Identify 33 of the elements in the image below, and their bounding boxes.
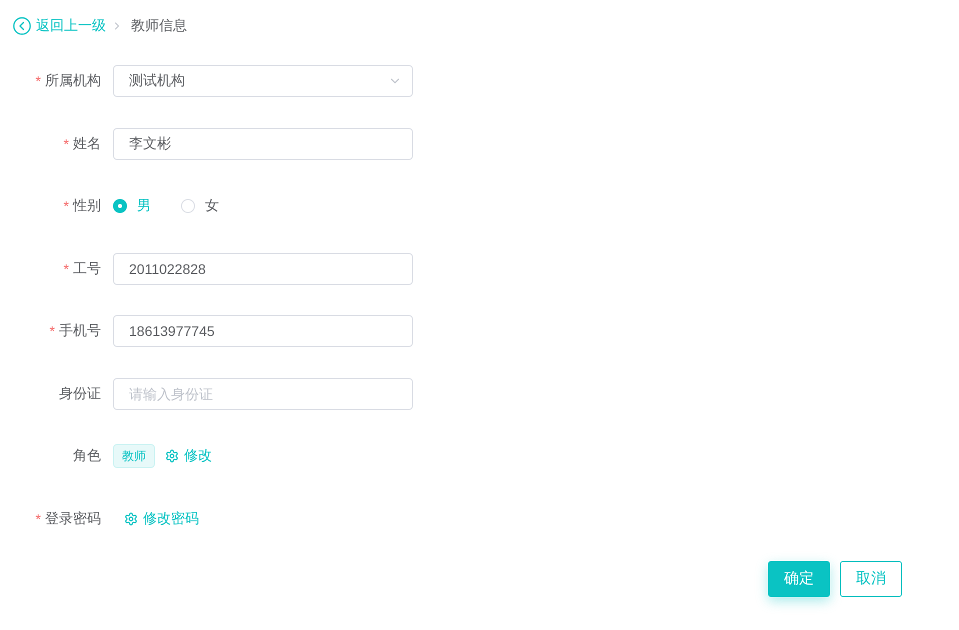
edit-link[interactable]: 修改 bbox=[165, 447, 212, 465]
field-label: 性别 bbox=[73, 197, 101, 215]
required-mark: * bbox=[64, 198, 69, 214]
field-label: 工号 bbox=[73, 260, 101, 278]
confirm-button[interactable]: 确定 bbox=[768, 560, 830, 596]
settings-icon bbox=[165, 449, 179, 463]
required-mark: * bbox=[36, 510, 41, 526]
required-mark: * bbox=[64, 136, 69, 152]
cancel-button[interactable]: 取消 bbox=[840, 560, 902, 596]
role-tag: 教师 bbox=[113, 444, 155, 468]
back-link[interactable]: 返回上一级 bbox=[13, 17, 106, 35]
change-password-link[interactable]: 修改密码 bbox=[124, 510, 199, 528]
radio-label[interactable]: 男 bbox=[137, 197, 151, 215]
required-mark: * bbox=[36, 73, 41, 89]
select-field[interactable]: 测试机构 bbox=[113, 65, 413, 97]
radio-button[interactable] bbox=[113, 199, 127, 213]
field-label: 角色 bbox=[73, 447, 101, 465]
field-label: 手机号 bbox=[59, 322, 101, 340]
back-icon bbox=[13, 17, 31, 35]
field-label: 身份证 bbox=[59, 384, 101, 402]
breadcrumb-current: 教师信息 bbox=[131, 17, 187, 35]
field-label: 所属机构 bbox=[45, 72, 101, 90]
input-field[interactable]: 18613977745 bbox=[113, 315, 413, 347]
required-mark: * bbox=[50, 323, 55, 339]
required-mark: * bbox=[64, 260, 69, 276]
input-field[interactable]: 2011022828 bbox=[113, 252, 413, 284]
field-label: 登录密码 bbox=[45, 510, 101, 528]
settings-icon bbox=[124, 512, 138, 526]
input-field[interactable]: 李文彬 bbox=[113, 128, 413, 160]
radio-label[interactable]: 女 bbox=[205, 197, 219, 215]
field-label: 姓名 bbox=[73, 134, 101, 152]
select-value: 测试机构 bbox=[129, 72, 185, 90]
input-field[interactable]: 请输入身份证 bbox=[113, 378, 413, 410]
